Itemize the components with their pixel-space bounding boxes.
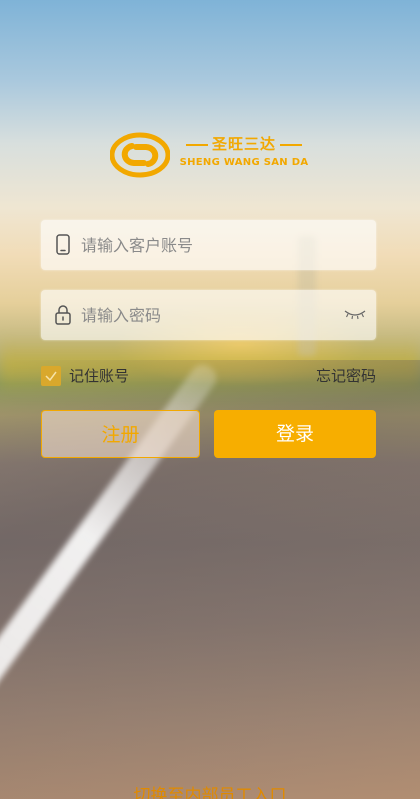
remember-checkbox[interactable] [41,366,61,386]
register-button[interactable]: 注册 [41,410,200,458]
account-input[interactable] [81,220,351,270]
account-field[interactable] [41,220,376,270]
checkmark-icon [45,371,57,382]
brand-logo-mark-icon [110,132,170,178]
phone-icon [56,234,70,255]
lock-icon [55,305,71,325]
password-field[interactable] [41,290,376,340]
brand-name-cn: 圣旺三达 [178,134,310,154]
brand-logo: 圣旺三达 SHENG WANG SAN DA [110,132,310,178]
forgot-password-link[interactable]: 忘记密码 [316,366,376,387]
brand-name-cn-text: 圣旺三达 [211,135,276,153]
brand-name-en: SHENG WANG SAN DA [179,157,309,168]
login-screen: 圣旺三达 SHENG WANG SAN DA 记住账号 [0,0,420,799]
login-button[interactable]: 登录 [214,410,376,458]
password-input[interactable] [81,290,351,340]
remember-label: 记住账号 [69,367,130,385]
eye-closed-icon[interactable] [344,307,366,321]
switch-employee-entry-link[interactable]: 切换至内部员工入口 [0,784,420,799]
